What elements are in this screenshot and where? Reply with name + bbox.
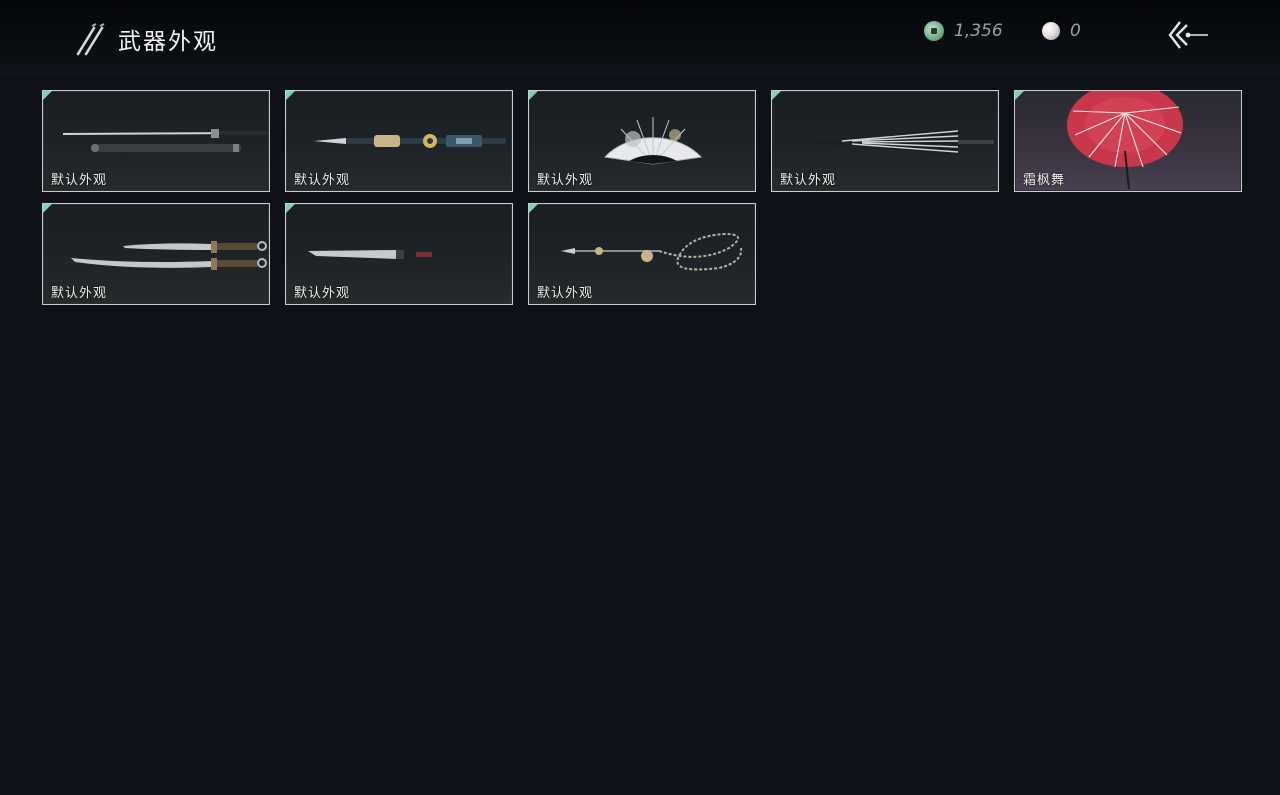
corner-accent <box>529 91 538 100</box>
weapon-label: 默认外观 <box>537 173 594 188</box>
weapon-label: 默认外观 <box>294 173 351 188</box>
top-bar: 武器外观 1,356 0 <box>0 0 1280 75</box>
jade-coin-icon <box>924 21 944 41</box>
back-arrow-icon <box>1168 21 1208 49</box>
jade-coin-value: 1,356 <box>954 21 1003 41</box>
pearl-value: 0 <box>1070 21 1081 41</box>
weapon-card-rope-dart[interactable]: 默认外观 <box>528 203 756 305</box>
weapon-label: 霜枫舞 <box>1023 173 1066 188</box>
weapon-card-umbrella[interactable]: 默认外观 <box>771 90 999 192</box>
jade-coin-counter: 1,356 <box>924 21 1003 41</box>
weapon-card-glaive[interactable]: 默认外观 <box>285 203 513 305</box>
weapon-label: 默认外观 <box>51 286 108 301</box>
weapon-label: 默认外观 <box>780 173 837 188</box>
corner-accent <box>1015 91 1024 100</box>
page-title: 武器外观 <box>118 29 218 55</box>
weapon-label: 默认外观 <box>537 286 594 301</box>
weapon-card-parasol[interactable]: 霜枫舞 <box>1014 90 1242 192</box>
corner-accent <box>772 91 781 100</box>
title-area: 武器外观 <box>74 22 218 56</box>
weapon-card-spear[interactable]: 默认外观 <box>285 90 513 192</box>
pearl-counter: 0 <box>1042 21 1081 41</box>
back-button[interactable] <box>1164 17 1212 53</box>
weapon-card-dual-blades[interactable]: 默认外观 <box>42 203 270 305</box>
corner-accent <box>286 91 295 100</box>
crossed-blades-icon <box>76 23 105 56</box>
corner-accent <box>43 91 52 100</box>
pearl-icon <box>1042 22 1060 40</box>
corner-accent <box>529 204 538 213</box>
weapon-card-fan[interactable]: 默认外观 <box>528 90 756 192</box>
corner-accent <box>286 204 295 213</box>
corner-accent <box>43 204 52 213</box>
weapon-label: 默认外观 <box>51 173 108 188</box>
weapon-card-sword[interactable]: 默认外观 <box>42 90 270 192</box>
weapon-label: 默认外观 <box>294 286 351 301</box>
